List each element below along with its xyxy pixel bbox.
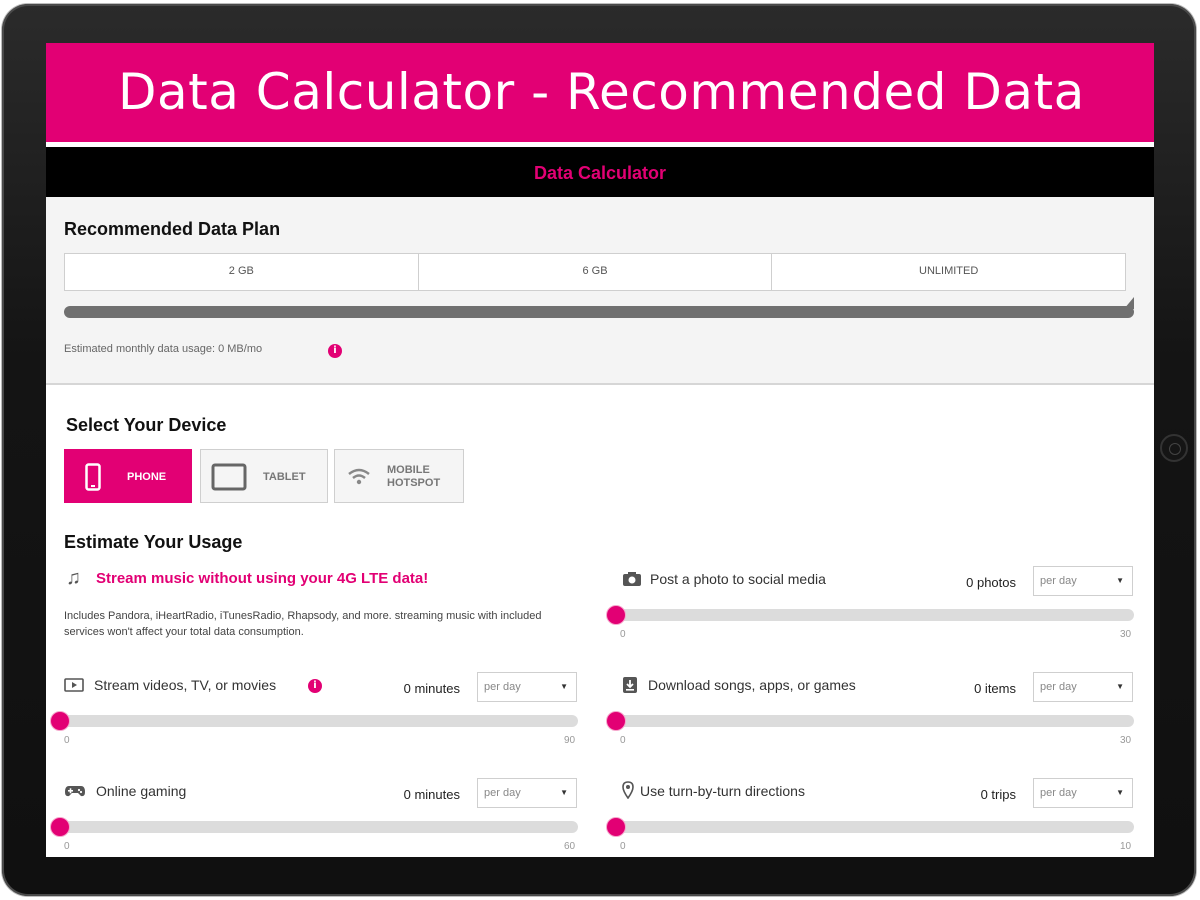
photo-slider-track[interactable] — [610, 609, 1134, 621]
device-heading: Select Your Device — [66, 415, 227, 435]
download-slider-track[interactable] — [610, 715, 1134, 727]
device-tablet-label: TABLET — [263, 470, 306, 483]
recommended-plan-section: Recommended Data Plan 2 GB 6 GB UNLIMITE… — [46, 197, 1154, 385]
download-slider-max: 30 — [1120, 735, 1132, 746]
photo-period-select[interactable]: per day ▼ — [1033, 566, 1133, 596]
device-phone-button[interactable]: PHONE — [64, 449, 192, 503]
screen: Data Calculator - Recommended Data Data … — [46, 43, 1154, 857]
banner-title: Data Calculator - Recommended Data — [118, 63, 1085, 121]
video-info-icon[interactable]: i — [308, 679, 322, 693]
directions-count: 0 trips — [980, 787, 1016, 802]
tablet-icon — [211, 463, 247, 491]
gamepad-icon — [65, 786, 85, 797]
video-slider-min: 0 — [64, 735, 70, 746]
plan-bar-end-marker — [1124, 297, 1134, 309]
photo-count: 0 photos — [966, 575, 1016, 590]
plan-usage-bar — [64, 306, 1134, 318]
dropdown-arrow-icon: ▼ — [1116, 682, 1124, 691]
plan-tier-2gb: 2 GB — [65, 254, 419, 290]
video-icon — [64, 678, 84, 692]
title-banner: Data Calculator - Recommended Data — [46, 43, 1154, 142]
video-period-value: per day — [484, 681, 521, 693]
gaming-slider-min: 0 — [64, 841, 70, 852]
directions-period-select[interactable]: per day ▼ — [1033, 778, 1133, 808]
phone-icon — [85, 463, 101, 491]
plan-tier-unlimited: UNLIMITED — [919, 265, 979, 277]
device-hotspot-label-line1: MOBILE — [387, 464, 430, 476]
photo-slider-thumb[interactable] — [606, 605, 626, 625]
gaming-slider-thumb[interactable] — [50, 817, 70, 837]
directions-period-value: per day — [1040, 787, 1077, 799]
gaming-slider-max: 60 — [564, 841, 576, 852]
gaming-label: Online gaming — [96, 783, 187, 799]
download-count: 0 items — [974, 681, 1016, 696]
photo-slider-min: 0 — [620, 629, 626, 640]
video-slider-max: 90 — [564, 735, 576, 746]
video-label: Stream videos, TV, or movies — [94, 677, 277, 693]
estimated-usage-text: Estimated monthly data usage: 0 MB/mo — [64, 343, 263, 355]
map-pin-icon — [622, 781, 634, 799]
gaming-slider-track[interactable] — [54, 821, 578, 833]
directions-label: Use turn-by-turn directions — [640, 783, 805, 799]
camera-icon — [623, 572, 641, 586]
dropdown-arrow-icon: ▼ — [560, 682, 568, 691]
download-icon — [623, 677, 637, 693]
photo-label: Post a photo to social media — [650, 571, 826, 587]
device-tablet-button[interactable]: TABLET — [200, 449, 328, 503]
gaming-count: 0 minutes — [403, 787, 460, 802]
download-slider-thumb[interactable] — [606, 711, 626, 731]
download-period-select[interactable]: per day ▼ — [1033, 672, 1133, 702]
device-hotspot-button[interactable]: MOBILE HOTSPOT — [334, 449, 464, 503]
nav-bar: Data Calculator — [46, 147, 1154, 197]
device-hotspot-label: MOBILE HOTSPOT — [387, 450, 440, 504]
plan-tier-6gb: 6 GB — [419, 254, 773, 290]
stream-music-description: Includes Pandora, iHeartRadio, iTunesRad… — [64, 610, 542, 638]
photo-period-value: per day — [1040, 575, 1077, 587]
video-period-select[interactable]: per day ▼ — [477, 672, 577, 702]
device-phone-label: PHONE — [127, 470, 167, 483]
home-button[interactable] — [1160, 434, 1188, 462]
video-slider-thumb[interactable] — [50, 711, 70, 731]
device-hotspot-label-line2: HOTSPOT — [387, 477, 441, 489]
photo-slider-max: 30 — [1120, 629, 1132, 640]
video-count: 0 minutes — [403, 681, 460, 696]
directions-slider-min: 0 — [620, 841, 626, 852]
dropdown-arrow-icon: ▼ — [1116, 576, 1124, 585]
gaming-period-select[interactable]: per day ▼ — [477, 778, 577, 808]
usage-heading: Estimate Your Usage — [64, 532, 243, 552]
stream-music-link[interactable]: Stream music without using your 4G LTE d… — [96, 570, 428, 587]
info-icon[interactable]: i — [328, 344, 342, 358]
download-slider-min: 0 — [620, 735, 626, 746]
wifi-icon — [348, 468, 370, 485]
plan-tiers: 2 GB 6 GB UNLIMITED — [64, 253, 1126, 291]
dropdown-arrow-icon: ▼ — [1116, 788, 1124, 797]
dropdown-arrow-icon: ▼ — [560, 788, 568, 797]
download-period-value: per day — [1040, 681, 1077, 693]
directions-slider-track[interactable] — [610, 821, 1134, 833]
gaming-period-value: per day — [484, 787, 521, 799]
music-note-icon: ♫ — [66, 567, 81, 589]
plan-heading: Recommended Data Plan — [64, 219, 281, 239]
nav-title[interactable]: Data Calculator — [46, 163, 1154, 184]
download-label: Download songs, apps, or games — [648, 677, 856, 693]
directions-slider-thumb[interactable] — [606, 817, 626, 837]
video-slider-track[interactable] — [54, 715, 578, 727]
directions-slider-max: 10 — [1120, 841, 1132, 852]
